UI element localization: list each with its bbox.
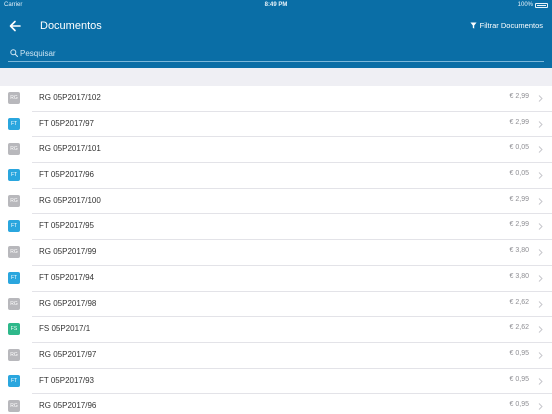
document-name: RG 05P2017/100 <box>39 195 101 205</box>
document-type-badge: RG <box>8 348 20 361</box>
filter-label: Filtrar Documentos <box>479 21 543 30</box>
document-row[interactable]: RG RG 05P2017/98 € 2,62 <box>0 292 552 318</box>
document-row[interactable]: FT FT 05P2017/93 € 0,95 <box>0 369 552 395</box>
document-row[interactable]: FT FT 05P2017/94 € 3,80 <box>0 266 552 292</box>
chevron-right-icon <box>538 146 543 154</box>
chevron-right-icon <box>538 197 543 205</box>
document-name: FT 05P2017/97 <box>39 118 95 128</box>
document-amount: € 3,80 <box>509 272 529 280</box>
chevron-right-icon <box>538 172 543 179</box>
document-name: FT 05P2017/95 <box>39 221 95 231</box>
document-amount: € 2,99 <box>509 195 529 203</box>
document-row[interactable]: FS FS 05P2017/1 € 2,62 <box>0 317 552 343</box>
list-header-spacer <box>0 68 552 86</box>
chevron-right-icon <box>538 377 543 385</box>
document-amount: € 0,95 <box>509 375 529 383</box>
document-name: RG 05P2017/98 <box>39 298 97 308</box>
battery-icon <box>535 2 548 8</box>
document-row[interactable]: FT FT 05P2017/96 € 0,05 <box>0 163 552 189</box>
document-name: FS 05P2017/1 <box>39 324 91 334</box>
document-row[interactable]: RG RG 05P2017/100 € 2,99 <box>0 189 552 215</box>
documents-list: RG RG 05P2017/102 € 2,99 FT FT 05P2017/97 € 2… <box>0 86 552 414</box>
arrow-left-icon <box>9 20 21 32</box>
filter-documents-button[interactable]: Filtrar Documentos <box>470 21 543 30</box>
chevron-right-icon <box>538 120 543 128</box>
page-title: Documentos <box>40 20 102 32</box>
document-type-badge: RG <box>8 297 20 310</box>
chevron-right-icon <box>538 352 543 359</box>
document-name: FT 05P2017/94 <box>39 272 95 282</box>
document-name: RG 05P2017/102 <box>39 93 101 102</box>
document-type-badge: FT <box>8 271 20 284</box>
document-row[interactable]: RG RG 05P2017/97 € 0,95 <box>0 343 552 369</box>
document-name: FT 05P2017/96 <box>39 170 95 180</box>
document-type-badge: RG <box>8 246 20 259</box>
document-row[interactable]: RG RG 05P2017/102 € 2,99 <box>0 86 552 112</box>
clock: 8:49 PM <box>264 2 288 8</box>
document-row[interactable]: RG RG 05P2017/96 € 0,95 <box>0 394 552 414</box>
back-button[interactable] <box>8 19 22 33</box>
document-type-badge: FS <box>8 323 20 336</box>
status-bar: Carrier 8:49 PM 100% <box>0 0 552 11</box>
document-type-badge: FT <box>8 169 20 182</box>
document-type-badge: RG <box>8 400 20 413</box>
chevron-right-icon <box>538 274 543 282</box>
document-type-badge: RG <box>8 143 20 156</box>
document-row[interactable]: FT FT 05P2017/95 € 2,99 <box>0 214 552 240</box>
document-amount: € 0,05 <box>509 144 529 152</box>
document-name: RG 05P2017/96 <box>39 401 97 411</box>
document-type-badge: RG <box>8 194 20 207</box>
document-amount: € 2,99 <box>509 221 529 229</box>
navigation-bar: Documentos Filtrar Documentos <box>0 11 552 68</box>
document-type-badge: FT <box>8 117 20 130</box>
document-amount: € 2,99 <box>509 93 529 100</box>
document-amount: € 2,62 <box>509 298 529 306</box>
document-name: RG 05P2017/97 <box>39 349 97 359</box>
search-bar <box>8 46 544 62</box>
document-amount: € 2,62 <box>509 324 529 332</box>
document-amount: € 0,95 <box>509 349 529 357</box>
search-icon <box>10 49 18 57</box>
search-input[interactable] <box>20 47 520 60</box>
chevron-right-icon <box>538 403 543 411</box>
document-type-badge: RG <box>8 92 20 104</box>
chevron-right-icon <box>538 223 543 231</box>
document-type-badge: FT <box>8 220 20 233</box>
chevron-right-icon <box>538 95 543 102</box>
chevron-right-icon <box>538 249 543 256</box>
document-amount: € 0,95 <box>509 401 529 409</box>
chevron-right-icon <box>538 300 543 308</box>
document-amount: € 2,99 <box>509 118 529 126</box>
document-amount: € 0,05 <box>509 170 529 178</box>
document-row[interactable]: FT FT 05P2017/97 € 2,99 <box>0 112 552 138</box>
document-name: FT 05P2017/93 <box>39 375 95 385</box>
battery-status: 100% <box>518 2 548 8</box>
battery-percent: 100% <box>517 2 533 8</box>
document-amount: € 3,80 <box>509 247 529 255</box>
document-row[interactable]: RG RG 05P2017/99 € 3,80 <box>0 240 552 266</box>
document-name: RG 05P2017/99 <box>39 247 97 257</box>
filter-icon <box>470 22 477 29</box>
document-row[interactable]: RG RG 05P2017/101 € 0,05 <box>0 137 552 163</box>
chevron-right-icon <box>538 326 543 334</box>
document-type-badge: FT <box>8 374 20 387</box>
document-name: RG 05P2017/101 <box>39 144 101 154</box>
